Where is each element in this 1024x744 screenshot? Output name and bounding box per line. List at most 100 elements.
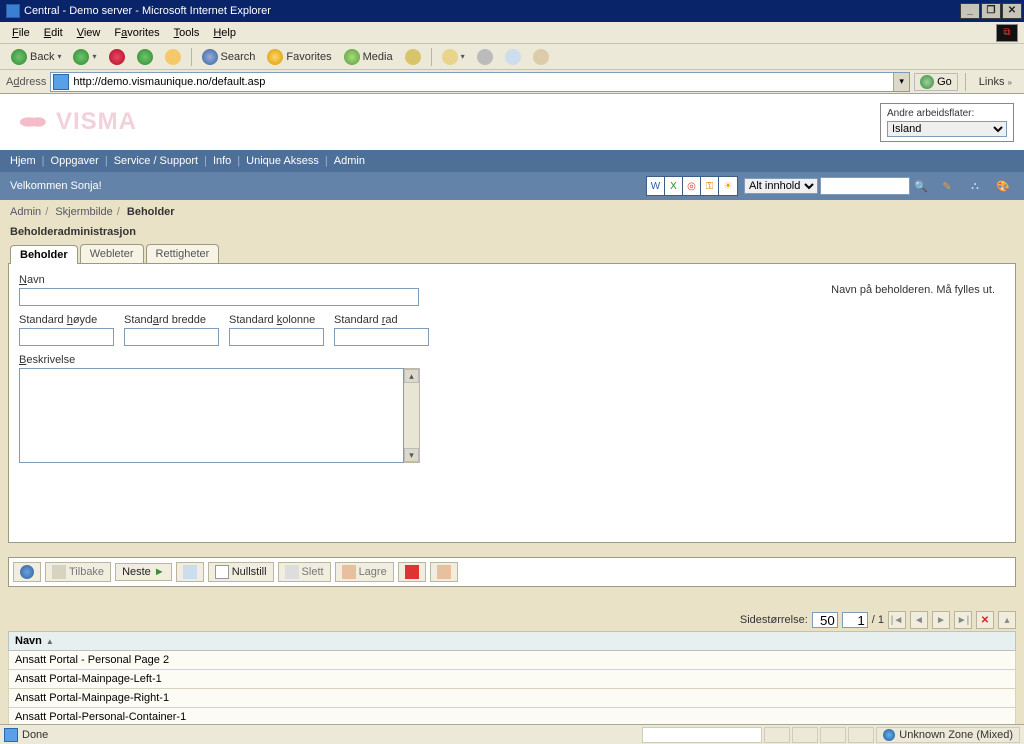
grid-row[interactable]: Ansatt Portal-Personal-Container-1: [8, 708, 1016, 724]
input-navn[interactable]: [19, 288, 419, 306]
address-input[interactable]: [71, 74, 893, 90]
tab-rettigheter[interactable]: Rettigheter: [146, 244, 220, 263]
grid-header-navn[interactable]: Navn▲: [8, 631, 1016, 651]
print-button[interactable]: [472, 46, 498, 68]
grid-row[interactable]: Ansatt Portal - Personal Page 2: [8, 651, 1016, 670]
nav-service[interactable]: Service / Support: [114, 155, 198, 167]
textarea-scrollbar[interactable]: ▴▾: [404, 368, 420, 463]
links-button[interactable]: Links »: [973, 74, 1018, 90]
visma-logo: VISMA: [20, 108, 137, 136]
textarea-beskrivelse[interactable]: [19, 368, 404, 463]
grid-row[interactable]: Ansatt Portal-Mainpage-Left-1: [8, 670, 1016, 689]
label-beskrivelse: Beskrivelse: [19, 354, 1005, 366]
home-button[interactable]: [160, 46, 186, 68]
crumb-admin[interactable]: Admin: [10, 206, 41, 218]
sitemap-icon[interactable]: ⛬: [964, 175, 986, 197]
globe-icon: [883, 729, 895, 741]
crumb-current: Beholder: [127, 206, 175, 218]
export-icons: W X ◎ ⚿ ☀: [646, 176, 738, 196]
crumb-skjermbilde[interactable]: Skjermbilde: [55, 206, 112, 218]
grid-scroll-up[interactable]: ▴: [998, 611, 1016, 629]
pager-last[interactable]: ►|: [954, 611, 972, 629]
pager-first[interactable]: |◄: [888, 611, 906, 629]
pagesize-label: Sidestørrelse:: [740, 614, 808, 626]
nav-aksess[interactable]: Unique Aksess: [246, 155, 319, 167]
breadcrumb: Admin/ Skjermbilde/ Beholder: [0, 200, 1024, 224]
edit-tool-icon[interactable]: ✎: [936, 175, 958, 197]
go-button[interactable]: Go: [914, 73, 958, 91]
search-icon[interactable]: 🔍: [912, 177, 930, 195]
sun-icon[interactable]: ☀: [719, 177, 737, 195]
pagesize-input[interactable]: [812, 612, 838, 628]
workspace-selector: Andre arbeidsflater: Island: [880, 103, 1014, 142]
minimize-button[interactable]: _: [960, 3, 980, 19]
back-button[interactable]: Back▾: [6, 46, 66, 68]
page-total: / 1: [872, 614, 884, 626]
security-zone: Unknown Zone (Mixed): [876, 727, 1020, 743]
menu-help[interactable]: Help: [207, 25, 242, 41]
address-dropdown[interactable]: ▾: [893, 73, 909, 91]
forward-button[interactable]: ▾: [68, 46, 101, 68]
nav-admin[interactable]: Admin: [334, 155, 365, 167]
status-pane-3: [820, 727, 846, 743]
favorites-button[interactable]: Favorites: [262, 46, 336, 68]
menu-view[interactable]: View: [71, 25, 107, 41]
nav-info[interactable]: Info: [213, 155, 231, 167]
address-label: Address: [6, 76, 46, 88]
workspace-dropdown[interactable]: Island: [887, 121, 1007, 137]
search-input[interactable]: [820, 177, 910, 195]
nav-oppgaver[interactable]: Oppgaver: [51, 155, 99, 167]
lookup-button[interactable]: [176, 562, 204, 582]
address-bar: Address ▾ Go Links »: [0, 70, 1024, 94]
workspace-label: Andre arbeidsflater:: [887, 108, 1007, 119]
history-button[interactable]: [400, 46, 426, 68]
menu-favorites[interactable]: Favorites: [108, 25, 165, 41]
flag-button[interactable]: [398, 562, 426, 582]
grid-row[interactable]: Ansatt Portal-Mainpage-Right-1: [8, 689, 1016, 708]
input-std-rad[interactable]: [334, 328, 429, 346]
input-std-kolonne[interactable]: [229, 328, 324, 346]
tab-webleter[interactable]: Webleter: [80, 244, 144, 263]
status-text: Done: [22, 729, 48, 741]
excel-icon[interactable]: X: [665, 177, 683, 195]
browser-toolbar: Back▾ ▾ Search Favorites Media ▾: [0, 44, 1024, 70]
word-icon[interactable]: W: [647, 177, 665, 195]
nav-hjem[interactable]: Hjem: [10, 155, 36, 167]
ie-small-icon: [4, 728, 18, 742]
menu-file[interactable]: File: [6, 25, 36, 41]
mail-button[interactable]: ▾: [437, 46, 470, 68]
sub-header: Velkommen Sonja! W X ◎ ⚿ ☀ Alt innhold 🔍…: [0, 172, 1024, 200]
menu-edit[interactable]: Edit: [38, 25, 69, 41]
label-std-rad: Standard rad: [334, 314, 429, 326]
menu-bar: File Edit View Favorites Tools Help ⧉: [0, 22, 1024, 44]
input-std-hoyde[interactable]: [19, 328, 114, 346]
tabs: Beholder Webleter Rettigheter: [0, 244, 1024, 263]
menu-tools[interactable]: Tools: [168, 25, 206, 41]
media-button[interactable]: Media: [339, 46, 398, 68]
page-input[interactable]: [842, 612, 868, 628]
pager-next[interactable]: ►: [932, 611, 950, 629]
search-scope-select[interactable]: Alt innhold: [744, 178, 818, 194]
next-button[interactable]: Neste ►: [115, 563, 172, 581]
pager-prev[interactable]: ◄: [910, 611, 928, 629]
back-form-button[interactable]: Tilbake: [45, 562, 111, 582]
search-button[interactable]: Search: [197, 46, 261, 68]
label-std-hoyde: Standard høyde: [19, 314, 114, 326]
save-button[interactable]: Lagre: [335, 562, 394, 582]
tab-beholder[interactable]: Beholder: [10, 245, 78, 264]
pager-clear[interactable]: ✕: [976, 611, 994, 629]
input-std-bredde[interactable]: [124, 328, 219, 346]
target-icon[interactable]: ◎: [683, 177, 701, 195]
reset-button[interactable]: Nullstill: [208, 562, 274, 582]
wizard-button[interactable]: [430, 562, 458, 582]
close-button[interactable]: ✕: [1002, 3, 1022, 19]
discuss-button[interactable]: [528, 46, 554, 68]
maximize-button[interactable]: ❐: [981, 3, 1001, 19]
palette-icon[interactable]: 🎨: [992, 175, 1014, 197]
stop-button[interactable]: [104, 46, 130, 68]
edit-ext-button[interactable]: [500, 46, 526, 68]
refresh-button[interactable]: [132, 46, 158, 68]
delete-button[interactable]: Slett: [278, 562, 331, 582]
help-button[interactable]: [13, 562, 41, 582]
key-icon[interactable]: ⚿: [701, 177, 719, 195]
